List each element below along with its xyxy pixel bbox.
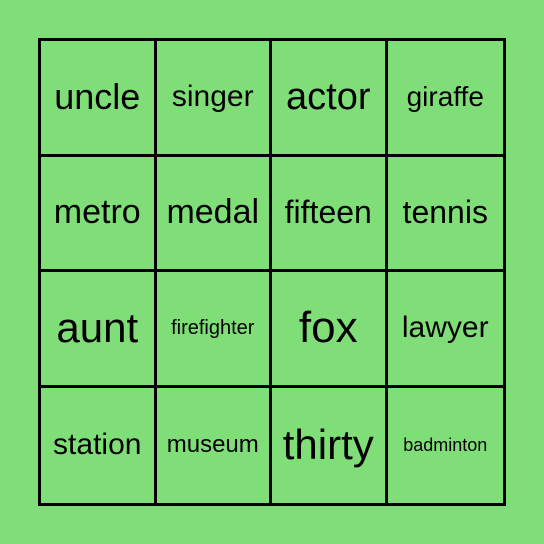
bingo-cell[interactable]: uncle — [41, 41, 157, 157]
bingo-cell[interactable]: metro — [41, 156, 157, 272]
bingo-cell-word: uncle — [54, 76, 141, 118]
bingo-cell-word: lawyer — [401, 311, 489, 345]
bingo-cell-word: fox — [298, 303, 358, 353]
bingo-cell[interactable]: badminton — [388, 388, 504, 504]
bingo-board: uncle singer actor giraffe metro medal fifteen… — [38, 38, 506, 506]
bingo-cell[interactable]: thirty — [272, 387, 388, 503]
bingo-cell[interactable]: lawyer — [387, 272, 503, 388]
bingo-cell-word: metro — [53, 193, 141, 232]
bingo-cell[interactable]: fox — [272, 272, 388, 388]
bingo-cell-word: aunt — [56, 304, 139, 352]
bingo-cell-word: thirty — [282, 421, 374, 469]
bingo-cell-word: badminton — [403, 434, 488, 455]
bingo-cell-word: medal — [166, 193, 260, 232]
bingo-cell-word: giraffe — [406, 81, 484, 113]
bingo-cell[interactable]: museum — [157, 387, 272, 503]
bingo-cell-word: museum — [166, 431, 259, 459]
bingo-cell[interactable]: tennis — [387, 157, 503, 272]
bingo-cell[interactable]: actor — [272, 41, 388, 157]
bingo-cell[interactable]: medal — [156, 156, 272, 272]
bingo-cell-word: actor — [286, 75, 371, 118]
bingo-cell-word: station — [53, 428, 142, 462]
bingo-cell[interactable]: aunt — [41, 272, 157, 388]
bingo-cell[interactable]: singer — [156, 41, 272, 157]
bingo-cell[interactable]: firefighter — [156, 272, 272, 388]
bingo-cell-word: tennis — [402, 194, 488, 231]
bingo-cell[interactable]: fifteen — [272, 156, 388, 272]
bingo-cell[interactable]: station — [41, 387, 157, 503]
bingo-cell[interactable]: giraffe — [387, 41, 503, 157]
bingo-cell-word: firefighter — [171, 316, 255, 339]
bingo-cell-word: fifteen — [284, 194, 372, 231]
bingo-cell-word: singer — [171, 80, 254, 114]
